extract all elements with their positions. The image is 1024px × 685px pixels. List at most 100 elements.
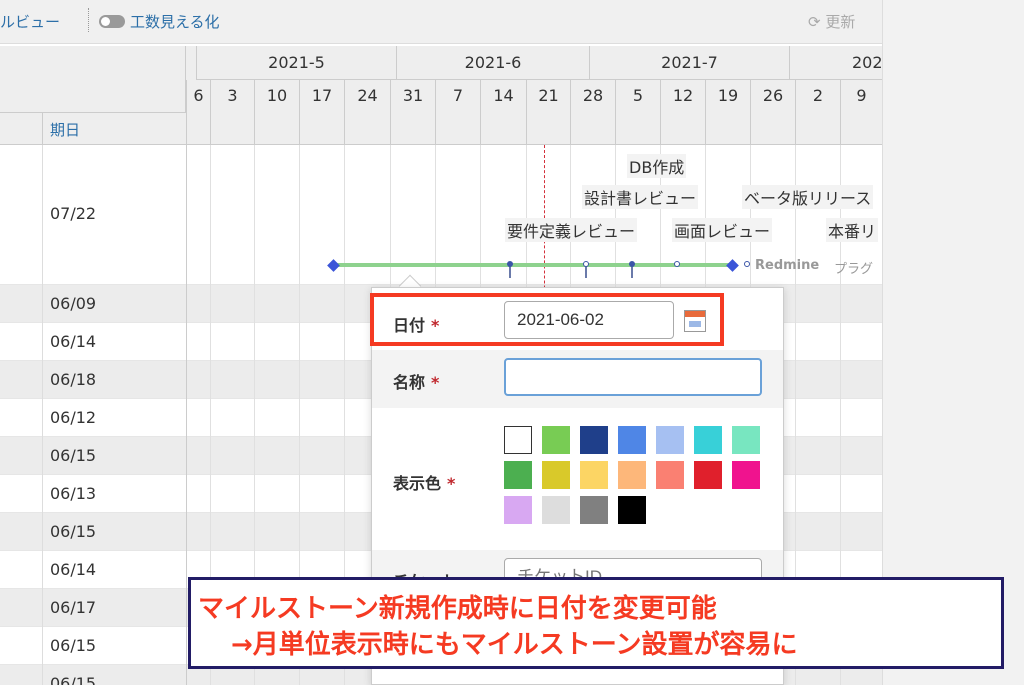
due-date-cell: 06/14	[50, 332, 97, 351]
toolbar-separator	[88, 8, 89, 32]
week-column-header	[615, 112, 660, 145]
due-date-cell: 06/09	[50, 294, 97, 313]
due-date-cell: 07/22	[50, 204, 97, 223]
due-date-cell: 06/15	[50, 522, 97, 541]
color-swatch[interactable]	[694, 461, 722, 489]
week-column-header	[344, 112, 390, 145]
milestone-design-review[interactable]: 設計書レビュー	[582, 185, 699, 209]
color-swatch[interactable]	[694, 426, 722, 454]
week-header: 6	[186, 80, 210, 112]
month-header: 2021-5	[196, 46, 396, 80]
timeline-header: 2021-5 2021-6 2021-7 202 6 3 10 17 24 31 7 14 21 28 5 1…	[186, 46, 882, 145]
week-column-header	[254, 112, 299, 145]
milestone-pin-dot[interactable]	[507, 261, 513, 267]
milestone-screen-review[interactable]: 画面レビュー	[672, 218, 773, 242]
week-column-header	[435, 112, 480, 145]
annotation-callout: マイルストーン新規作成時に日付を変更可能 →月単位表示時にもマイルストーン設置が…	[188, 577, 1004, 669]
week-header: 17	[299, 80, 344, 112]
color-swatch[interactable]	[618, 461, 646, 489]
week-header: 31	[390, 80, 435, 112]
week-column-header	[526, 112, 570, 145]
color-swatch[interactable]	[504, 426, 532, 454]
month-header: 2021-7	[589, 46, 789, 80]
left-pane-subheader: 期日	[0, 113, 186, 145]
week-header: 3	[210, 80, 254, 112]
color-swatch[interactable]	[732, 461, 760, 489]
due-date-column-header[interactable]: 期日	[50, 119, 80, 140]
left-pane-header	[0, 46, 186, 113]
overall-review-link[interactable]: ルビュー	[0, 11, 60, 32]
name-label: 名称 *	[393, 373, 440, 392]
color-swatch[interactable]	[618, 426, 646, 454]
due-date-cell: 06/15	[50, 446, 97, 465]
callout-line-2: →月単位表示時にもマイルストーン設置が容易に	[231, 630, 798, 660]
color-swatch[interactable]	[504, 496, 532, 524]
milestone-beta-release[interactable]: ベータ版リリース	[742, 185, 874, 209]
week-header: 26	[750, 80, 795, 112]
week-header: 19	[705, 80, 750, 112]
milestone-pin-dot[interactable]	[674, 261, 680, 267]
milestone-pin-dot[interactable]	[629, 261, 635, 267]
plugin-label[interactable]: プラグ	[834, 258, 873, 277]
week-header: 21	[526, 80, 570, 112]
due-date-cell: 06/17	[50, 598, 97, 617]
milestone-production[interactable]: 本番リ	[826, 218, 879, 242]
week-column-header	[390, 112, 435, 145]
week-header: 28	[570, 80, 615, 112]
required-mark: *	[431, 373, 440, 392]
color-swatch[interactable]	[542, 426, 570, 454]
required-mark: *	[447, 474, 456, 493]
date-field-highlight	[370, 293, 724, 346]
color-swatch[interactable]	[656, 426, 684, 454]
left-column-divider	[42, 145, 43, 685]
week-column-header	[480, 112, 526, 145]
week-column-header	[795, 112, 840, 145]
color-label: 表示色 *	[393, 474, 456, 493]
week-header: 9	[840, 80, 882, 112]
color-swatch[interactable]	[580, 496, 608, 524]
color-swatch[interactable]	[732, 426, 760, 454]
milestone-pin-dot[interactable]	[744, 261, 750, 267]
refresh-button[interactable]: ⟳ 更新	[808, 11, 855, 32]
milestone-db[interactable]: DB作成	[627, 154, 687, 178]
milestone-requirements-review[interactable]: 要件定義レビュー	[505, 218, 638, 242]
due-date-cell: 06/15	[50, 674, 97, 685]
week-header: 2	[795, 80, 840, 112]
due-date-cell: 06/15	[50, 636, 97, 655]
milestone-pin-dot[interactable]	[583, 261, 589, 267]
week-column-header	[660, 112, 705, 145]
redmine-project-label[interactable]: Redmine	[755, 258, 819, 273]
refresh-icon: ⟳	[808, 13, 821, 31]
month-header: 2021-6	[396, 46, 589, 80]
week-header: 14	[480, 80, 526, 112]
refresh-label: 更新	[825, 13, 856, 31]
week-header: 10	[254, 80, 299, 112]
color-swatch[interactable]	[542, 461, 570, 489]
due-date-cell: 06/13	[50, 484, 97, 503]
color-swatch[interactable]	[656, 461, 684, 489]
due-date-cell: 06/14	[50, 560, 97, 579]
week-header: 7	[435, 80, 480, 112]
week-column-header	[705, 112, 750, 145]
color-swatch[interactable]	[580, 426, 608, 454]
week-column-header	[570, 112, 615, 145]
name-row: 名称 *	[372, 350, 783, 408]
name-input[interactable]	[504, 358, 762, 396]
workload-toggle-switch[interactable]	[99, 15, 125, 28]
week-column-header	[186, 112, 210, 145]
color-swatch[interactable]	[580, 461, 608, 489]
color-swatch[interactable]	[504, 461, 532, 489]
color-swatch[interactable]	[542, 496, 570, 524]
workload-toggle-label[interactable]: 工数見える化	[130, 11, 220, 32]
week-column-header	[840, 112, 882, 145]
week-column-header	[210, 112, 254, 145]
month-header: 202	[789, 46, 882, 80]
version-progress-bar[interactable]	[333, 263, 733, 267]
week-header: 24	[344, 80, 390, 112]
due-date-cell: 06/18	[50, 370, 97, 389]
week-column-header	[750, 112, 795, 145]
week-column-header	[299, 112, 344, 145]
week-header: 5	[615, 80, 660, 112]
column-divider	[42, 113, 43, 145]
color-swatch[interactable]	[618, 496, 646, 524]
